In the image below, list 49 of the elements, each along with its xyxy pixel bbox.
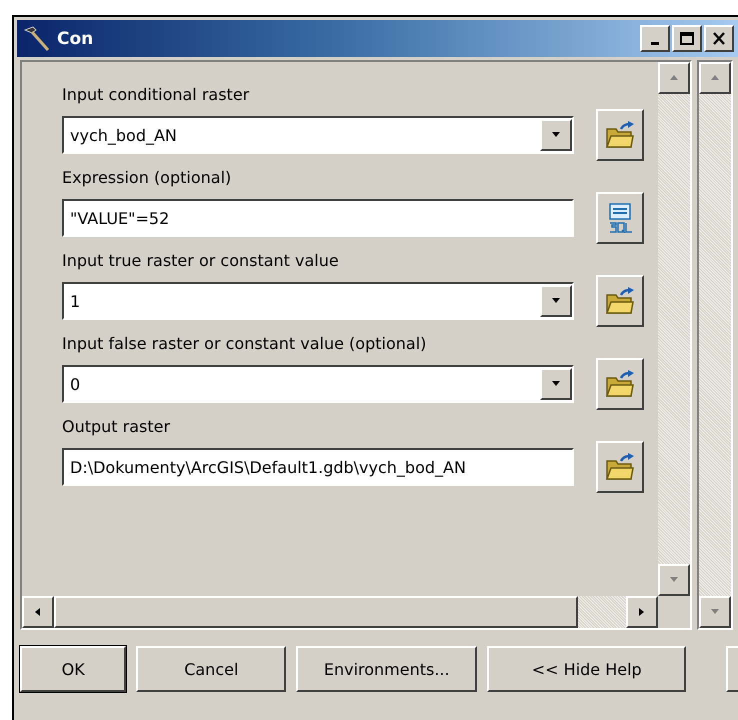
scroll-up-button[interactable] bbox=[658, 62, 690, 94]
dropdown-field[interactable]: 0 bbox=[62, 365, 574, 403]
folder-icon bbox=[605, 121, 635, 149]
dialog-button[interactable]: Cancel bbox=[136, 646, 286, 692]
dropdown-field[interactable]: 1 bbox=[62, 282, 574, 320]
field-label: Expression (optional) bbox=[62, 167, 232, 189]
browse-button[interactable] bbox=[596, 109, 644, 161]
scroll-down-button[interactable] bbox=[699, 596, 731, 628]
browse-button[interactable] bbox=[596, 358, 644, 410]
field-label: Input true raster or constant value bbox=[62, 250, 340, 272]
dialog-button[interactable]: OK bbox=[20, 646, 126, 692]
maximize-button[interactable] bbox=[672, 25, 702, 52]
up-arrow-icon bbox=[710, 73, 720, 83]
help-scrollbar[interactable] bbox=[697, 60, 733, 630]
input-field[interactable]: D:\Dokumenty\ArcGIS\Default1.gdb\vych_bod_AN bbox=[62, 448, 574, 486]
dropdown-button[interactable] bbox=[540, 119, 572, 151]
input-field[interactable]: "VALUE"=52 bbox=[62, 199, 574, 237]
sql-button[interactable] bbox=[596, 192, 644, 244]
dialog-button[interactable]: Environments... bbox=[296, 646, 478, 692]
cut-off-button[interactable] bbox=[726, 646, 738, 692]
field-label: Input false raster or constant value (optional) bbox=[62, 333, 428, 355]
window-title: Con bbox=[57, 28, 94, 48]
field-label: Input conditional raster bbox=[62, 84, 250, 106]
folder-icon bbox=[605, 453, 635, 481]
folder-icon bbox=[605, 287, 635, 315]
sql-icon bbox=[607, 203, 633, 233]
scroll-left-button[interactable] bbox=[22, 596, 54, 628]
scroll-right-button[interactable] bbox=[626, 596, 658, 628]
browse-button[interactable] bbox=[596, 441, 644, 493]
dropdown-button[interactable] bbox=[540, 368, 572, 400]
minimize-icon bbox=[651, 42, 659, 45]
vertical-scrollbar[interactable] bbox=[658, 62, 690, 596]
scroll-down-button[interactable] bbox=[658, 564, 690, 596]
up-arrow-icon bbox=[669, 73, 679, 83]
left-arrow-icon bbox=[33, 607, 43, 617]
minimize-button[interactable] bbox=[640, 25, 670, 52]
close-button[interactable] bbox=[704, 25, 734, 52]
folder-icon bbox=[605, 370, 635, 398]
dropdown-button[interactable] bbox=[540, 285, 572, 317]
field-label: Output raster bbox=[62, 416, 172, 438]
hammer-icon bbox=[23, 24, 51, 52]
scroll-up-button[interactable] bbox=[699, 62, 731, 94]
browse-button[interactable] bbox=[596, 275, 644, 327]
dropdown-field[interactable]: vych_bod_AN bbox=[62, 116, 574, 154]
horizontal-scrollbar[interactable] bbox=[22, 596, 658, 628]
close-icon bbox=[712, 32, 726, 45]
maximize-icon bbox=[680, 32, 694, 45]
dialog-button[interactable]: << Hide Help bbox=[487, 646, 686, 692]
scrollbar-thumb[interactable] bbox=[54, 596, 578, 628]
